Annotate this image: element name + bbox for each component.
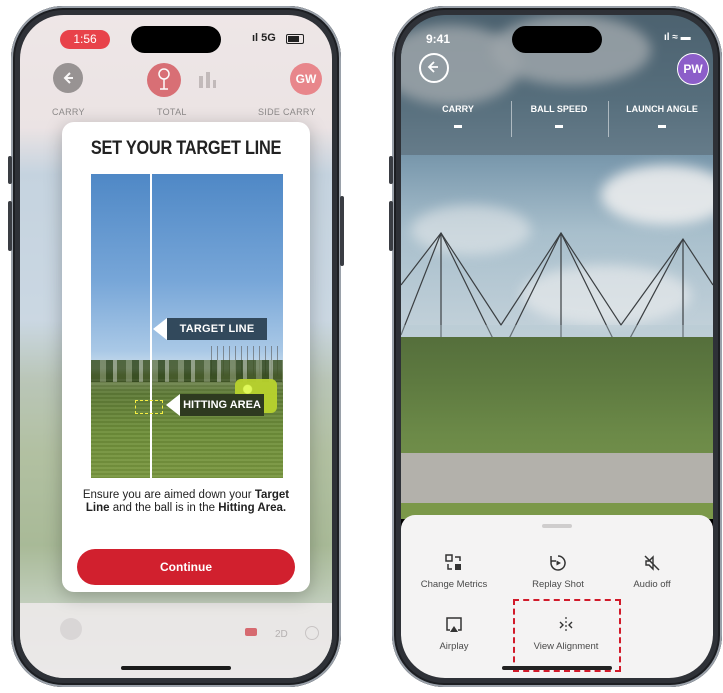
metric-launch-angle-label: LAUNCH ANGLE — [626, 104, 698, 114]
hitting-area-tag: HITTING AREA — [166, 394, 264, 416]
airplay-button[interactable]: Airplay — [409, 615, 499, 652]
target-line-tag: TARGET LINE — [153, 318, 267, 340]
back-button[interactable] — [419, 53, 449, 83]
mode-2d[interactable]: 2D — [275, 629, 288, 640]
status-time: 9:41 — [426, 32, 451, 46]
metric-ball-speed-value — [555, 125, 563, 128]
status-signal-wifi-battery: ıl ≈ ▬ — [664, 32, 691, 43]
right-phone-frame: 9:41 ıl ≈ ▬ PW CARRY BALL SPEED LAUNCH A… — [389, 6, 722, 687]
replay-shot-button[interactable]: Replay Shot — [513, 553, 603, 590]
back-arrow-icon — [63, 72, 73, 84]
target-line-marker — [150, 174, 152, 478]
status-signal: ıl 5G — [252, 32, 276, 44]
target-line-modal: SET YOUR TARGET LINE TARGET LINE HITTING… — [62, 122, 310, 592]
audio-off-icon — [644, 555, 660, 571]
left-phone-frame: 1:56 ıl 5G GW CARRY TOTAL SIDE CARRY 2D … — [8, 6, 344, 687]
metric-ball-speed-label: BALL SPEED — [530, 104, 588, 114]
total-view-button[interactable] — [147, 63, 181, 97]
metric-total: TOTAL — [157, 107, 187, 117]
metric-carry-value — [454, 125, 462, 128]
right-screen: 9:41 ıl ≈ ▬ PW CARRY BALL SPEED LAUNCH A… — [401, 15, 713, 678]
modal-title: SET YOUR TARGET LINE — [90, 138, 282, 159]
camera-icon[interactable] — [245, 628, 257, 636]
audio-off-button[interactable]: Audio off — [607, 553, 697, 590]
alignment-photo: TARGET LINE HITTING AREA — [91, 174, 283, 478]
change-metrics-button[interactable]: Change Metrics — [409, 553, 499, 590]
options-sheet: Change Metrics Replay Shot Audio off Air… — [401, 515, 713, 678]
highlight-box — [513, 599, 621, 672]
metric-launch-angle-value — [658, 125, 666, 128]
pin-icon — [158, 68, 170, 90]
avatar[interactable]: GW — [290, 63, 322, 95]
list-icon[interactable] — [60, 618, 82, 640]
continue-button[interactable]: Continue — [77, 549, 295, 585]
avatar[interactable]: PW — [677, 53, 709, 85]
metric-carry: CARRY — [52, 107, 85, 117]
status-time: 1:56 — [60, 30, 110, 49]
metric-side-carry: SIDE CARRY — [258, 107, 316, 117]
sheet-grabber[interactable] — [542, 524, 572, 528]
left-screen: 1:56 ıl 5G GW CARRY TOTAL SIDE CARRY 2D … — [20, 15, 332, 678]
hitting-area-box — [135, 400, 163, 414]
dynamic-island — [131, 26, 221, 53]
back-arrow-icon — [427, 61, 438, 73]
dynamic-island — [512, 26, 602, 53]
home-indicator — [121, 666, 231, 670]
modal-instructions: Ensure you are aimed down your Target Li… — [82, 489, 290, 514]
replay-icon — [550, 555, 566, 571]
change-metrics-icon — [445, 554, 461, 570]
battery-icon — [286, 34, 304, 44]
home-indicator — [502, 666, 612, 670]
airplay-icon — [446, 617, 462, 632]
back-button[interactable] — [53, 63, 83, 93]
metric-carry-label: CARRY — [442, 104, 474, 114]
chart-icon[interactable] — [195, 68, 219, 92]
settings-dot-icon[interactable] — [305, 626, 319, 640]
